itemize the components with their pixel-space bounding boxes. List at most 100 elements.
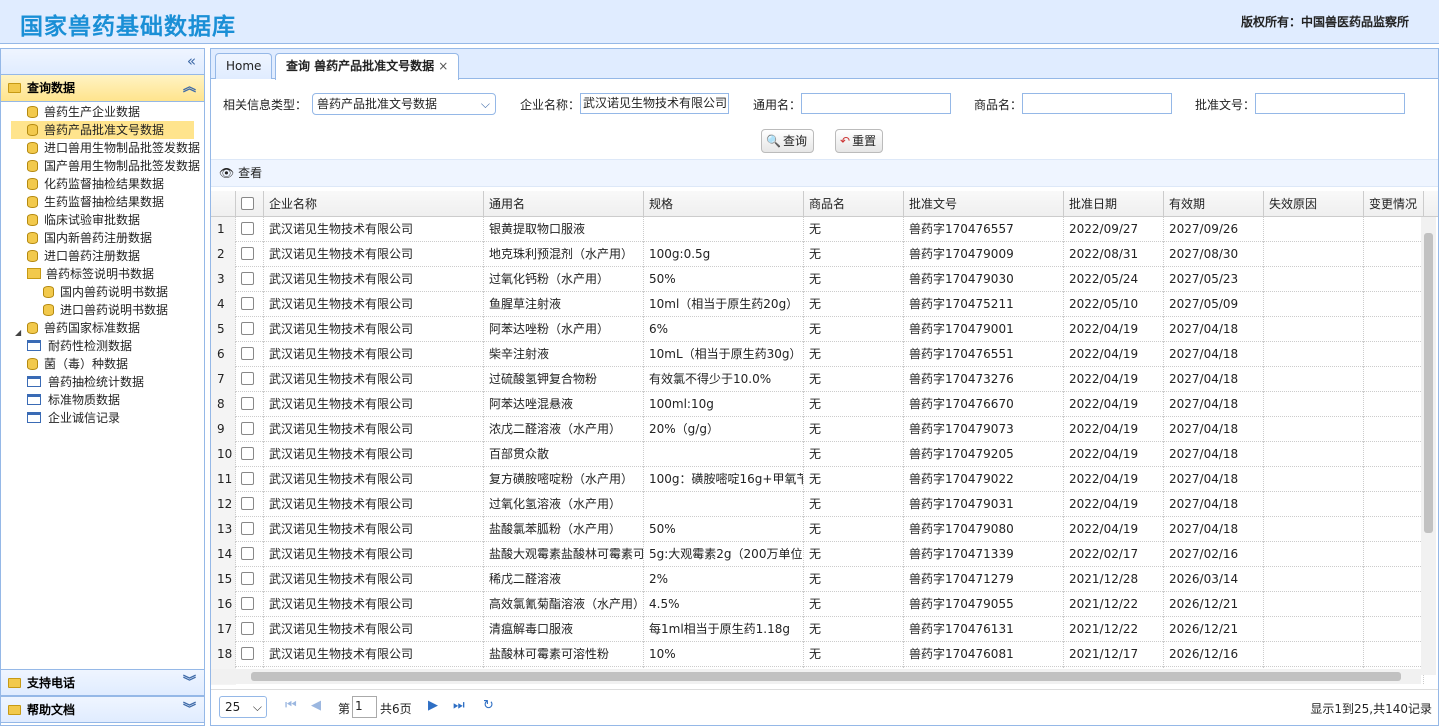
sidebar-item[interactable]: 进口兽药说明书数据 xyxy=(43,301,168,319)
table-row[interactable]: 6 武汉诺见生物技术有限公司 柴辛注射液 10mL（相当于原生药30g）无兽药字170… xyxy=(211,342,1424,367)
table-row[interactable]: 4 武汉诺见生物技术有限公司 鱼腥草注射液 10ml（相当于原生药20g）无兽药字17… xyxy=(211,292,1424,317)
expand-triangle-icon[interactable]: ◢ xyxy=(15,328,21,337)
table-row[interactable]: 11 武汉诺见生物技术有限公司 复方磺胺嘧啶粉（水产用） 100g：磺胺嘧啶16g+甲… xyxy=(211,467,1424,492)
view-button[interactable]: 👁 查看 xyxy=(219,166,262,180)
sidebar-item[interactable]: 企业诚信记录 xyxy=(27,409,120,427)
table-row[interactable]: 5 武汉诺见生物技术有限公司 阿苯达唑粉（水产用） 6% 无兽药字170479001 20… xyxy=(211,317,1424,342)
table-row[interactable]: 2 武汉诺见生物技术有限公司 地克珠利预混剂（水产用） 100g:0.5g 无兽药字17… xyxy=(211,242,1424,267)
accordion-phone-header[interactable]: 支持电话 ︾ xyxy=(1,669,204,696)
row-checkbox[interactable] xyxy=(241,347,254,360)
approval-no-input[interactable] xyxy=(1255,93,1405,114)
sidebar-item[interactable]: 国内新兽药注册数据 xyxy=(27,229,152,247)
reset-button[interactable]: ↶ 重置 xyxy=(835,129,884,153)
tab-home[interactable]: Home xyxy=(215,53,273,79)
row-checkbox[interactable] xyxy=(241,572,254,585)
column-header[interactable]: 变更情况 xyxy=(1364,191,1424,217)
row-checkbox[interactable] xyxy=(241,222,254,235)
sidebar-item[interactable]: 兽药抽检统计数据 xyxy=(27,373,144,391)
row-checkbox-cell[interactable] xyxy=(236,617,264,642)
row-checkbox[interactable] xyxy=(241,497,254,510)
row-checkbox[interactable] xyxy=(241,447,254,460)
row-checkbox-cell[interactable] xyxy=(236,542,264,567)
sidebar-item[interactable]: 生药监督抽检结果数据 xyxy=(27,193,164,211)
sidebar-item[interactable]: 标准物质数据 xyxy=(27,391,120,409)
first-page-icon[interactable]: ⏮ xyxy=(285,698,297,713)
table-row[interactable]: 16 武汉诺见生物技术有限公司 高效氯氰菊酯溶液（水产用） 4.5% 无兽药字17047… xyxy=(211,592,1424,617)
generic-name-input[interactable] xyxy=(801,93,951,114)
row-checkbox-cell[interactable] xyxy=(236,342,264,367)
table-row[interactable]: 10 武汉诺见生物技术有限公司 百部贯众散 无兽药字170479205 2022/04/… xyxy=(211,442,1424,467)
table-row[interactable]: 18 武汉诺见生物技术有限公司 盐酸林可霉素可溶性粉 10% 无兽药字170476081… xyxy=(211,642,1424,667)
accordion-query-header[interactable]: 查询数据 ︽ xyxy=(1,75,204,102)
row-checkbox[interactable] xyxy=(241,472,254,485)
row-checkbox-cell[interactable] xyxy=(236,317,264,342)
row-checkbox[interactable] xyxy=(241,397,254,410)
row-checkbox[interactable] xyxy=(241,622,254,635)
table-row[interactable]: 3 武汉诺见生物技术有限公司 过氧化钙粉（水产用） 50% 无兽药字170479030 2… xyxy=(211,267,1424,292)
prev-page-icon[interactable]: ◀ xyxy=(311,698,321,713)
row-checkbox[interactable] xyxy=(241,272,254,285)
sidebar-item[interactable]: 兽药生产企业数据 xyxy=(27,103,140,121)
row-checkbox-cell[interactable] xyxy=(236,417,264,442)
last-page-icon[interactable]: ⏭ xyxy=(453,698,465,713)
accordion-help-header[interactable]: 帮助文档 ︾ xyxy=(1,696,204,723)
table-row[interactable]: 1 武汉诺见生物技术有限公司 银黄提取物口服液 无兽药字170476557 2022/0… xyxy=(211,217,1424,242)
tab-approval-data[interactable]: 查询 兽药产品批准文号数据 × xyxy=(275,53,460,80)
scrollbar-thumb[interactable] xyxy=(1424,233,1433,533)
table-row[interactable]: 13 武汉诺见生物技术有限公司 盐酸氯苯胍粉（水产用） 50% 无兽药字17047908… xyxy=(211,517,1424,542)
row-checkbox[interactable] xyxy=(241,422,254,435)
row-checkbox[interactable] xyxy=(241,547,254,560)
scrollbar-thumb[interactable] xyxy=(251,672,1401,681)
sidebar-item[interactable]: 菌（毒）种数据 xyxy=(27,355,128,373)
column-header[interactable]: 批准日期 xyxy=(1064,191,1164,217)
column-header[interactable]: 通用名 xyxy=(484,191,644,217)
table-row[interactable]: 8 武汉诺见生物技术有限公司 阿苯达唑混悬液 100ml:10g 无兽药字1704766… xyxy=(211,392,1424,417)
table-row[interactable]: 17 武汉诺见生物技术有限公司 清瘟解毒口服液 每1ml相当于原生药1.18g 无兽药字… xyxy=(211,617,1424,642)
column-header[interactable]: 规格 xyxy=(644,191,804,217)
select-all-checkbox[interactable] xyxy=(241,197,254,210)
row-checkbox[interactable] xyxy=(241,247,254,260)
row-checkbox-cell[interactable] xyxy=(236,367,264,392)
row-checkbox[interactable] xyxy=(241,647,254,660)
sidebar-item[interactable]: 化药监督抽检结果数据 xyxy=(27,175,164,193)
table-row[interactable]: 7 武汉诺见生物技术有限公司 过硫酸氢钾复合物粉 有效氯不得少于10.0% 无兽药字17… xyxy=(211,367,1424,392)
table-row[interactable]: 12 武汉诺见生物技术有限公司 过氧化氢溶液（水产用）无兽药字170479031 20… xyxy=(211,492,1424,517)
collapse-sidebar-icon[interactable]: « xyxy=(1,49,204,75)
table-row[interactable]: 15 武汉诺见生物技术有限公司 稀戊二醛溶液 2% 无兽药字170471279 2021/… xyxy=(211,567,1424,592)
column-header[interactable]: 有效期 xyxy=(1164,191,1264,217)
column-header[interactable]: 批准文号 xyxy=(904,191,1064,217)
row-checkbox[interactable] xyxy=(241,372,254,385)
close-tab-icon[interactable]: × xyxy=(438,59,448,73)
sidebar-item[interactable]: 国产兽用生物制品批签发数据 xyxy=(27,157,200,175)
page-number-input[interactable]: 1 xyxy=(352,696,377,718)
row-checkbox-cell[interactable] xyxy=(236,467,264,492)
row-checkbox-cell[interactable] xyxy=(236,492,264,517)
column-header[interactable]: 企业名称 xyxy=(264,191,484,217)
row-checkbox[interactable] xyxy=(241,522,254,535)
chevron-down-icon[interactable]: ︾ xyxy=(183,670,196,696)
row-checkbox-cell[interactable] xyxy=(236,567,264,592)
row-checkbox-cell[interactable] xyxy=(236,517,264,542)
row-checkbox-cell[interactable] xyxy=(236,267,264,292)
row-checkbox-cell[interactable] xyxy=(236,217,264,242)
sidebar-item[interactable]: 进口兽用生物制品批签发数据 xyxy=(27,139,200,157)
trade-name-input[interactable] xyxy=(1022,93,1172,114)
row-checkbox[interactable] xyxy=(241,597,254,610)
table-row[interactable]: 14 武汉诺见生物技术有限公司 盐酸大观霉素盐酸林可霉素可 5g:大观霉素2g（200… xyxy=(211,542,1424,567)
chevron-up-icon[interactable]: ︽ xyxy=(183,75,196,101)
chevron-down-icon[interactable]: ︾ xyxy=(183,697,196,723)
sidebar-item[interactable]: 兽药标签说明书数据 xyxy=(27,265,154,283)
sidebar-item[interactable]: 兽药国家标准数据 xyxy=(27,319,140,337)
row-checkbox-cell[interactable] xyxy=(236,592,264,617)
row-checkbox-cell[interactable] xyxy=(236,242,264,267)
row-checkbox-cell[interactable] xyxy=(236,442,264,467)
column-header[interactable]: 商品名 xyxy=(804,191,904,217)
row-checkbox[interactable] xyxy=(241,297,254,310)
row-checkbox-cell[interactable] xyxy=(236,642,264,667)
refresh-icon[interactable]: ↻ xyxy=(483,698,494,713)
sidebar-item[interactable]: 进口兽药注册数据 xyxy=(27,247,140,265)
type-select[interactable]: 兽药产品批准文号数据 ⌵ xyxy=(312,93,496,115)
company-input[interactable]: 武汉诺见生物技术有限公司 xyxy=(580,93,729,114)
sidebar-item[interactable]: 耐药性检测数据 xyxy=(27,337,132,355)
row-checkbox-cell[interactable] xyxy=(236,392,264,417)
